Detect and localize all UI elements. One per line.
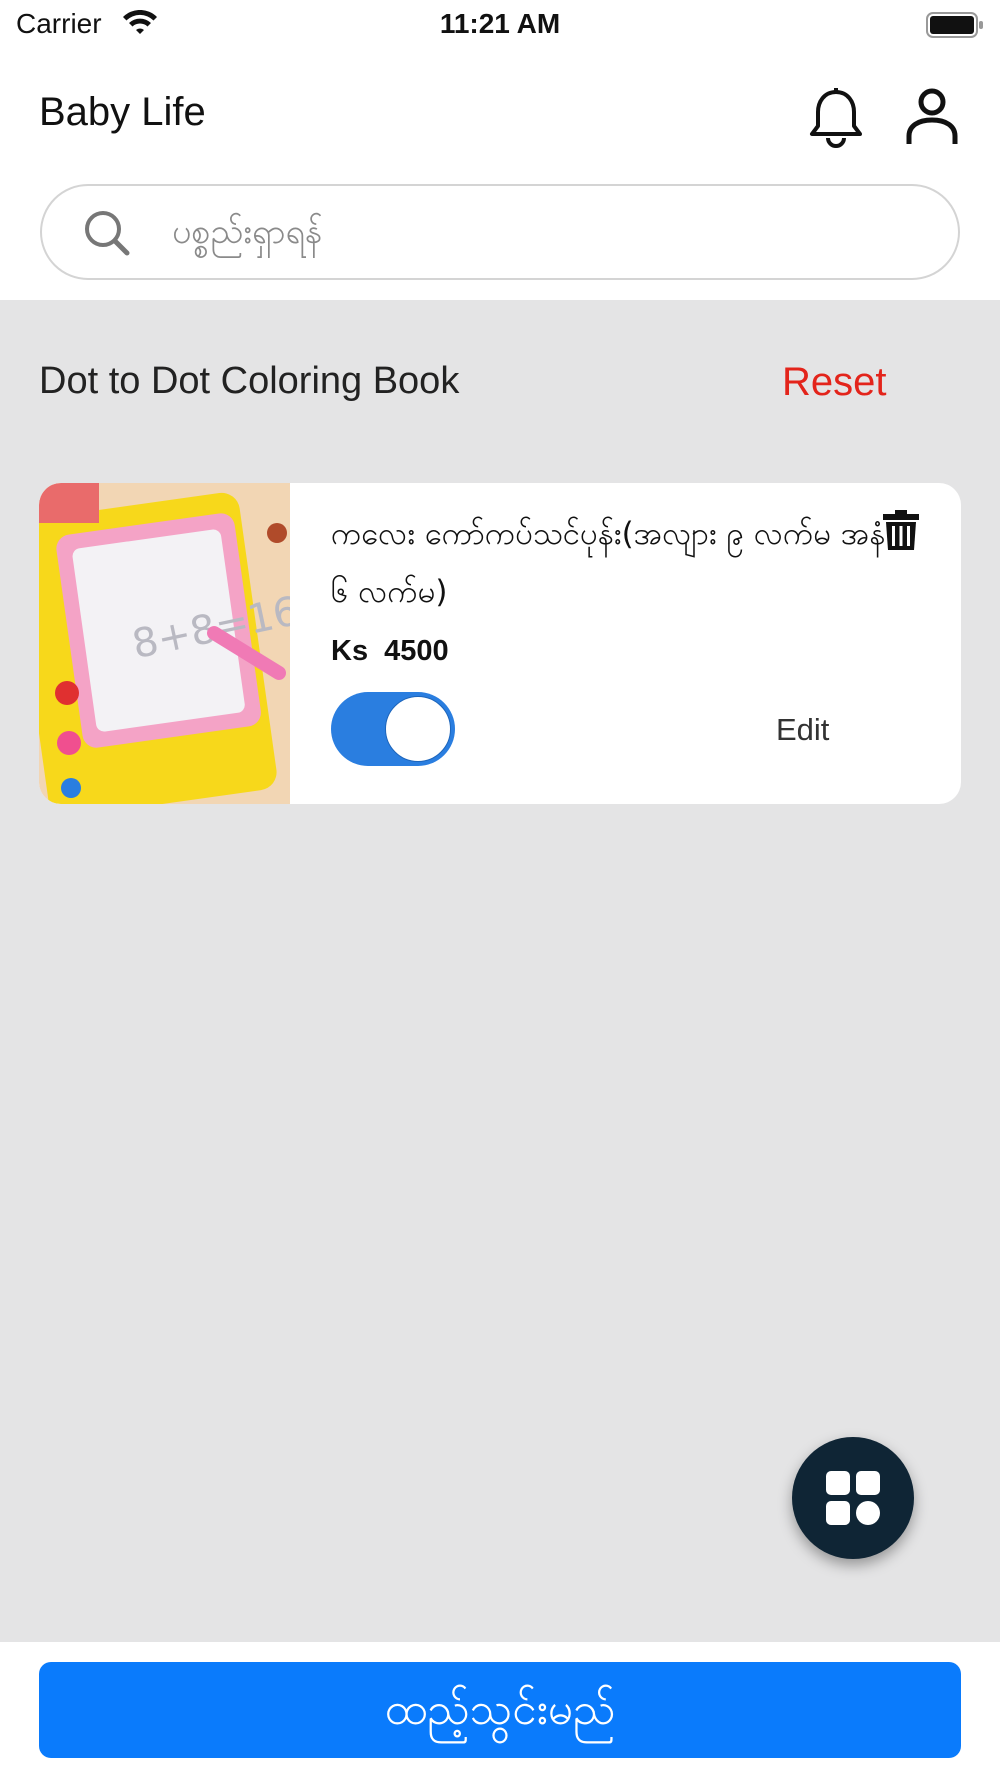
search-icon — [85, 211, 130, 256]
trash-icon — [883, 510, 919, 550]
profile-button[interactable] — [904, 86, 960, 148]
status-bar: Carrier 11:21 AM — [0, 0, 1000, 52]
edit-button[interactable]: Edit — [776, 712, 829, 748]
price-currency: Ks — [331, 635, 369, 667]
search-bar[interactable] — [40, 184, 960, 280]
grid-menu-button[interactable] — [792, 1437, 914, 1559]
toggle-knob — [385, 696, 451, 762]
price-value: 4500 — [384, 635, 449, 667]
user-icon — [906, 88, 958, 144]
item-name: ကလေး ကော်ကပ်သင်ပုန်း(အလျား ၉ လက်မ အနံ ၆ … — [331, 516, 886, 610]
reset-button[interactable]: Reset — [782, 360, 887, 405]
bell-icon — [810, 88, 862, 148]
delete-button[interactable] — [883, 509, 919, 551]
category-title: Dot to Dot Coloring Book — [39, 360, 460, 402]
item-price: Ks 4500 — [331, 635, 449, 668]
product-card[interactable]: 8+8=16 ကလေး ကော်ကပ်သင်ပုန်း(အလျား ၉ လက်မ… — [39, 483, 961, 804]
battery-icon — [926, 12, 983, 38]
app-title: Baby Life — [39, 90, 206, 134]
grid-icon — [826, 1471, 880, 1525]
status-time: 11:21 AM — [439, 8, 561, 39]
main-content: Dot to Dot Coloring Book Reset 8+8=16 ကလ… — [0, 300, 1000, 1642]
notifications-button[interactable] — [806, 86, 866, 148]
availability-toggle[interactable] — [331, 692, 455, 766]
add-button[interactable]: ထည့်သွင်းမည် — [39, 1662, 961, 1758]
header: Baby Life — [0, 52, 1000, 300]
search-input[interactable] — [172, 186, 912, 278]
bottom-bar: ထည့်သွင်းမည် — [0, 1642, 1000, 1778]
product-image: 8+8=16 — [39, 483, 290, 804]
